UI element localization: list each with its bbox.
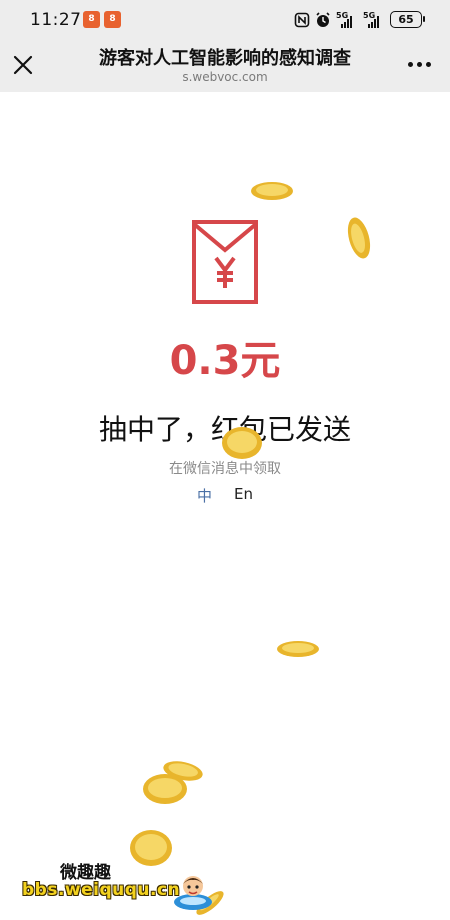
mascot-icon <box>174 876 212 910</box>
5g-signal-icon: 5G <box>363 11 385 28</box>
close-icon[interactable] <box>10 52 36 78</box>
gold-coin-icon <box>251 182 293 200</box>
app-badge-icon: 8 <box>104 11 121 28</box>
gold-coin-icon <box>277 641 319 657</box>
status-icons: 5G 5G 65 <box>294 11 425 28</box>
status-bar: 11:27 8 8 5G 5G 65 <box>0 0 450 40</box>
page-title: 游客对人工智能影响的感知调查 <box>99 48 351 69</box>
5g-signal-icon: 5G <box>336 11 358 28</box>
battery-icon: 65 <box>390 11 425 28</box>
alarm-icon <box>316 11 330 27</box>
language-option-en[interactable]: En <box>234 485 253 506</box>
app-badge-icon: 8 <box>83 11 100 28</box>
status-time: 11:27 <box>30 10 82 30</box>
result-subtext: 在微信消息中领取 <box>169 461 281 477</box>
nav-bar: 游客对人工智能影响的感知调查 s.webvoc.com <box>0 40 450 92</box>
watermark: 微趣趣 bbs.weiququ.cn <box>22 858 212 920</box>
language-option-zh[interactable]: 中 <box>197 485 212 506</box>
language-switch: 中 En <box>0 485 450 506</box>
watermark-url: bbs.weiququ.cn <box>22 880 181 900</box>
nfc-icon <box>294 12 310 27</box>
red-envelope-icon <box>192 220 258 304</box>
gold-coin-icon <box>222 427 262 459</box>
page-url: s.webvoc.com <box>182 70 268 84</box>
gold-coin-icon <box>143 774 187 804</box>
prize-amount: 0.3元 <box>169 338 281 384</box>
gold-coin-icon <box>347 217 371 259</box>
more-dots-icon[interactable] <box>406 56 432 72</box>
